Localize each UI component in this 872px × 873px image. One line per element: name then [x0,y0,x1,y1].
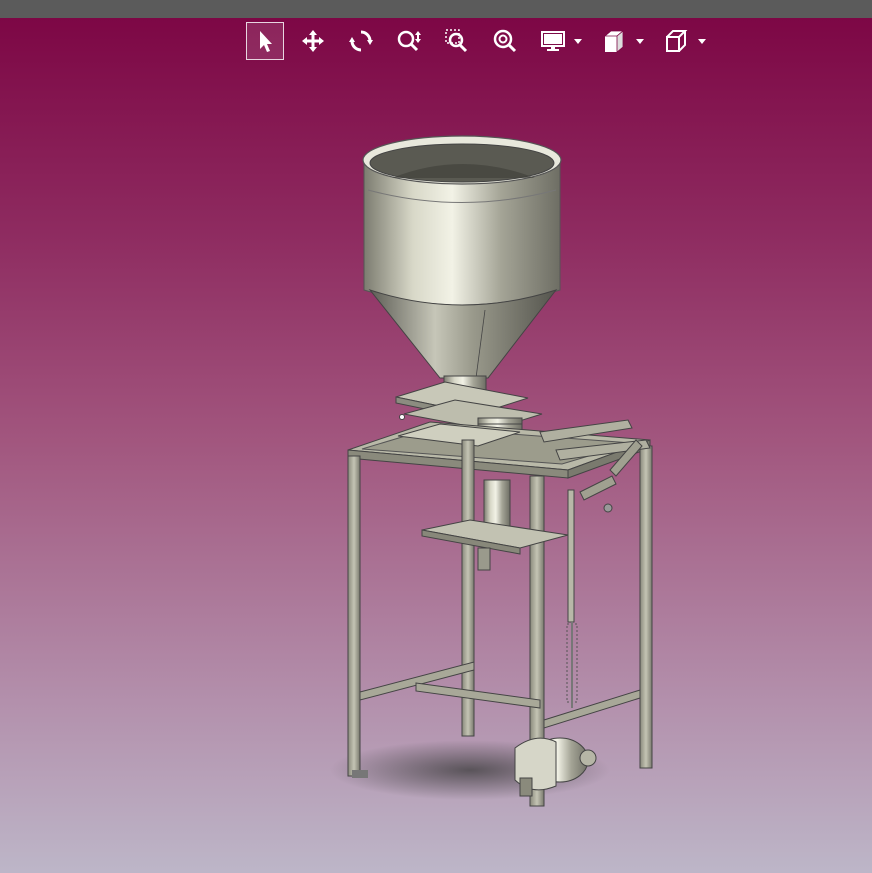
pan-move-icon [302,30,324,52]
chevron-down-icon [698,38,706,44]
select-tool-button[interactable] [246,22,284,60]
zoom-fit-icon [493,29,517,53]
machine-3d-model[interactable] [0,18,872,873]
3d-viewport[interactable] [0,18,872,873]
rotate-icon [349,30,373,52]
display-dropdown[interactable] [534,22,582,60]
dosing-unit[interactable] [421,479,569,571]
chevron-down-icon [574,38,582,44]
view-cube-icon [666,30,688,52]
chevron-down-icon [636,38,644,44]
lever-arm[interactable] [539,419,651,623]
view-orientation-button[interactable] [658,22,696,60]
zoom-in-out-icon [397,30,421,52]
display-button[interactable] [534,22,572,60]
window-top-bar [0,0,872,18]
render-style-dropdown[interactable] [596,22,644,60]
view-orientation-dropdown[interactable] [658,22,706,60]
zoom-tool-button[interactable] [390,22,428,60]
spring [566,622,578,708]
zoom-area-button[interactable] [438,22,476,60]
zoom-fit-button[interactable] [486,22,524,60]
select-arrow-icon [260,31,272,52]
view-toolbar [246,22,720,60]
hopper[interactable] [362,135,562,400]
zoom-area-icon [445,29,468,53]
rotate-tool-button[interactable] [342,22,380,60]
render-style-icon [603,30,625,53]
display-monitor-icon [541,31,565,51]
render-style-button[interactable] [596,22,634,60]
pan-tool-button[interactable] [294,22,332,60]
